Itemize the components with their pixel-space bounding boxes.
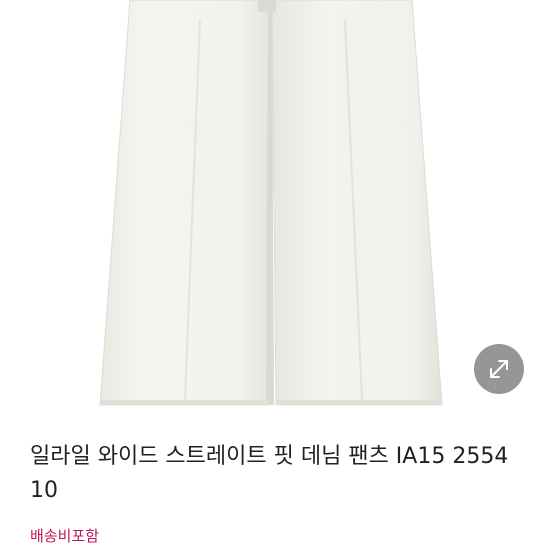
- product-title: 일라일 와이드 스트레이트 핏 데님 팬츠 IA15 255410: [30, 444, 509, 503]
- expand-image-button[interactable]: [474, 344, 524, 394]
- expand-icon: [490, 360, 508, 378]
- shipping-included-label: 배송비포함: [30, 527, 100, 545]
- white-wide-pants-illustration: [99, 0, 443, 406]
- product-image[interactable]: [0, 0, 540, 410]
